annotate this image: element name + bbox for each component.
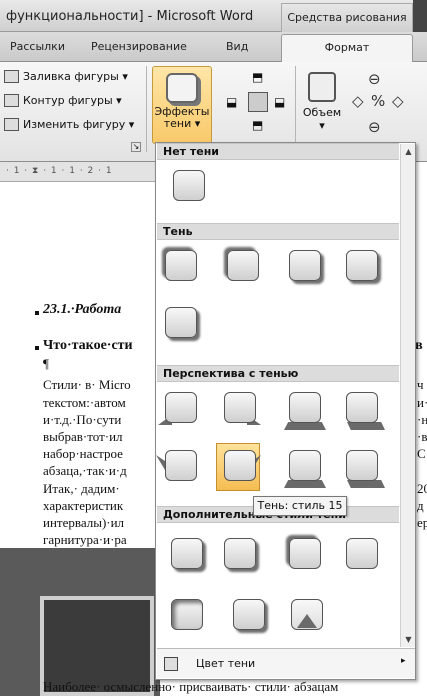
- shape-outline-label: Контур фигуры ▾: [23, 94, 122, 107]
- doc-text-line-right: ·н: [417, 412, 427, 427]
- additional-shadow-item[interactable]: [286, 535, 324, 573]
- doc-text-line-right: С: [417, 446, 426, 461]
- section-perspective-shadow: Перспектива с тенью: [157, 365, 399, 382]
- additional-shadow-item[interactable]: [168, 535, 206, 573]
- tooltip: Тень: стиль 15: [253, 496, 347, 516]
- horizontal-ruler[interactable]: · 1 · ⧗ · 1 · 1 · 2 · 1: [0, 162, 155, 182]
- submenu-arrow-icon: ▸: [401, 656, 406, 666]
- shadow-toggle-icon[interactable]: [248, 92, 268, 112]
- pencil-icon: [4, 94, 19, 107]
- doc-text-line-right: и·: [417, 395, 427, 410]
- cube-icon: [308, 72, 336, 102]
- doc-text-line: выбрав·тот·ил: [43, 429, 123, 444]
- perspective-shadow-item[interactable]: [343, 389, 385, 430]
- doc-text-line-right: 20: [417, 481, 427, 496]
- shadow-style-item[interactable]: [286, 247, 324, 285]
- shape-fill-button[interactable]: Заливка фигуры ▾: [4, 70, 128, 83]
- tab-review[interactable]: Рецензирование: [91, 40, 187, 53]
- tab-view[interactable]: Вид: [226, 40, 248, 53]
- group-divider: [146, 66, 147, 152]
- nudge-up-icon[interactable]: ⬒: [252, 70, 263, 84]
- perspective-shadow-item[interactable]: [221, 447, 261, 485]
- perspective-shadow-item[interactable]: [284, 389, 326, 430]
- nudge-right-icon[interactable]: ⬓: [274, 95, 285, 109]
- doc-text-line-right: ·в: [417, 429, 427, 444]
- 3d-toggle-icon[interactable]: %: [371, 92, 385, 110]
- additional-shadow-item-hovered[interactable]: [221, 535, 259, 573]
- change-shape-icon: [4, 118, 19, 131]
- doc-text-line: гарнитура·и·ра: [43, 532, 127, 547]
- perspective-shadow-item[interactable]: [221, 389, 261, 427]
- context-tab-drawing-tools: Средства рисования: [281, 3, 413, 32]
- shadow-style-item[interactable]: [224, 247, 262, 285]
- gallery-scrollbar[interactable]: ▲ ▼: [400, 144, 415, 647]
- nudge-down-icon[interactable]: ⬒: [252, 118, 263, 132]
- shadow-color-label: Цвет тени: [196, 657, 256, 670]
- perspective-shadow-item[interactable]: [284, 447, 326, 488]
- section-shadow: Тень: [157, 223, 399, 240]
- 3d-effects-label: Объем: [302, 106, 342, 119]
- shadow-effects-label-2: тени ▾: [163, 117, 201, 130]
- shape-outline-button[interactable]: Контур фигуры ▾: [4, 94, 122, 107]
- tilt-up-icon[interactable]: ⊖: [368, 70, 381, 88]
- window-title: функциональности] - Microsoft Word: [6, 9, 254, 24]
- additional-shadow-item[interactable]: [230, 596, 268, 634]
- doc-heading-1: 23.1.·Работа: [43, 302, 122, 317]
- doc-text-line: характеристик: [43, 498, 124, 513]
- doc-text-line: набор·настрое: [43, 446, 123, 461]
- scroll-down-icon[interactable]: ▼: [403, 634, 414, 645]
- 3d-effects-button[interactable]: Объем ▾: [298, 68, 346, 148]
- ruler-marks: · 1 · ⧗ · 1 · 1 · 2 · 1: [6, 166, 113, 176]
- doc-text-line-right: ч: [417, 377, 424, 392]
- perspective-shadow-item[interactable]: [343, 447, 385, 488]
- title-bar: функциональности] - Microsoft Word Средс…: [0, 0, 427, 32]
- tilt-left-icon[interactable]: ◇: [352, 92, 364, 110]
- shadow-effects-gallery: Нет тени Тень Перспектива с тенью Дополн…: [155, 142, 416, 680]
- doc-text-line: абзаца,·так·и·д: [43, 463, 127, 478]
- change-shape-label: Изменить фигуру ▾: [23, 118, 135, 131]
- nudge-left-icon[interactable]: ⬓: [226, 95, 237, 109]
- additional-shadow-item[interactable]: [343, 535, 381, 573]
- shadow-style-item[interactable]: [343, 247, 381, 285]
- tilt-down-icon[interactable]: ⊖: [368, 118, 381, 136]
- shape-fill-label: Заливка фигуры ▾: [23, 70, 128, 83]
- 3d-effects-arrow: ▾: [319, 119, 325, 132]
- doc-text-line: интервалы)·ил: [43, 515, 125, 530]
- shadow-effects-button[interactable]: Эффекты тени ▾: [152, 66, 212, 144]
- additional-shadow-item[interactable]: [288, 596, 326, 634]
- shadow-square-icon: [166, 73, 198, 103]
- shadow-style-item[interactable]: [162, 304, 200, 342]
- tilt-right-icon[interactable]: ◇: [392, 92, 404, 110]
- shadow-style-item[interactable]: [162, 247, 200, 285]
- ribbon-tabs: Рассылки Рецензирование Вид Формат: [0, 32, 427, 63]
- group-divider: [295, 66, 296, 152]
- additional-shadow-item[interactable]: [168, 596, 206, 634]
- doc-text-line: Стили· в· Micro: [43, 377, 131, 392]
- tab-mailings[interactable]: Рассылки: [10, 40, 65, 53]
- shadow-color-menu-item[interactable]: Цвет тени ▸: [157, 648, 415, 678]
- doc-pilcrow: ¶: [43, 356, 49, 371]
- doc-text-line: текстом:·автом: [43, 395, 126, 410]
- doc-heading-2: Что·такое·сти: [43, 338, 133, 353]
- doc-text-line-right: ер: [417, 515, 427, 530]
- scroll-up-icon[interactable]: ▲: [403, 146, 414, 157]
- doc-last-line: Наиболее· осмысленно· присваивать· стили…: [43, 679, 339, 694]
- no-shadow-item[interactable]: [170, 167, 208, 205]
- tab-format[interactable]: Формат: [281, 34, 413, 63]
- perspective-shadow-item[interactable]: [158, 389, 200, 427]
- dialog-launcher-icon[interactable]: ↘: [131, 142, 141, 152]
- heading-bullet: [35, 311, 39, 315]
- doc-text-line: Итак,· дадим·: [43, 481, 120, 496]
- heading-bullet: [35, 346, 39, 350]
- change-shape-button[interactable]: Изменить фигуру ▾: [4, 118, 134, 131]
- doc-text-line: и·т.д.·По·сути: [43, 412, 122, 427]
- paint-bucket-icon: [4, 70, 19, 83]
- nudge-shadow-controls: ⬒ ⬓ ⬓ ⬒: [222, 70, 292, 140]
- doc-text-line-right: д: [417, 498, 424, 513]
- section-no-shadow: Нет тени: [157, 143, 399, 160]
- window-edge: [413, 0, 427, 32]
- shadow-color-icon: [164, 657, 178, 671]
- perspective-shadow-item[interactable]: [156, 447, 200, 485]
